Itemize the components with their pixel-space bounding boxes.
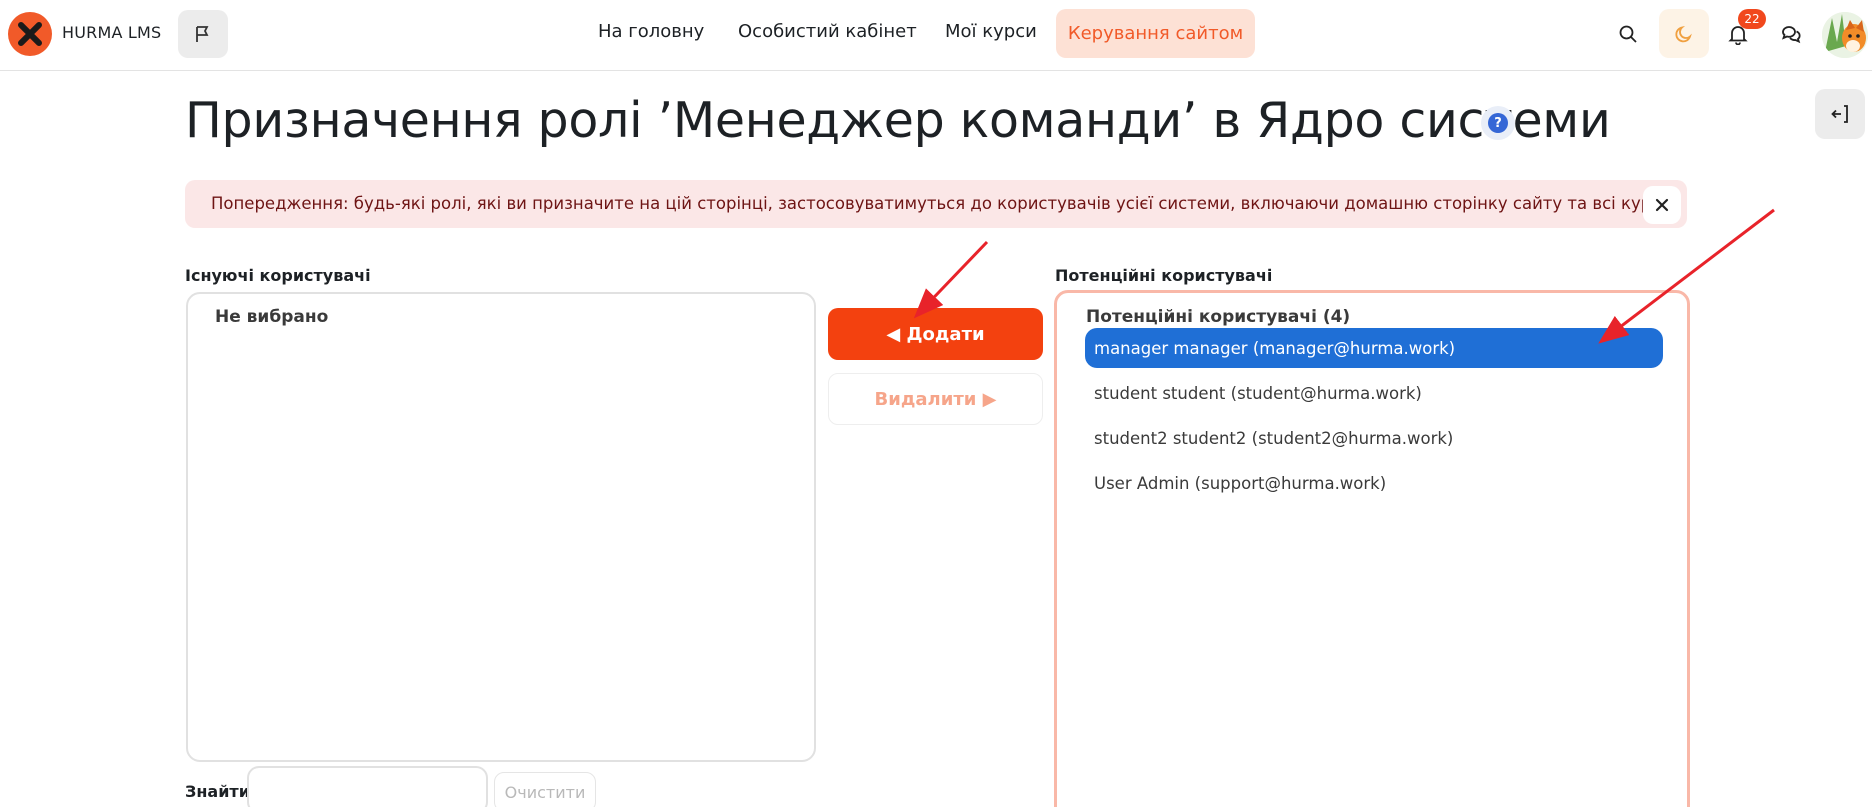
dark-mode-moon-icon[interactable]	[1659, 9, 1709, 58]
brand-logo-icon[interactable]	[8, 12, 52, 56]
warning-text: Попередження: будь-які ролі, які ви приз…	[211, 194, 1677, 213]
close-icon[interactable]	[1643, 186, 1681, 224]
add-button[interactable]: ◀ Додати	[828, 308, 1043, 360]
arrow-to-add-button	[913, 240, 989, 319]
messages-chat-icon[interactable]	[1771, 14, 1811, 54]
potential-users-label: Потенційні користувачі	[1055, 266, 1273, 285]
potential-user-option[interactable]: User Admin (support@hurma.work)	[1085, 463, 1663, 503]
brand-name[interactable]: HURMA LMS	[62, 23, 161, 42]
nav-site-admin[interactable]: Керування сайтом	[1056, 9, 1255, 58]
page-title: Призначення ролі ’Менеджер команди’ в Яд…	[185, 92, 1611, 149]
remove-button[interactable]: Видалити ▶	[828, 373, 1043, 425]
user-avatar[interactable]	[1822, 12, 1868, 58]
help-icon[interactable]: ?	[1481, 106, 1515, 140]
existing-users-label: Існуючі користувачі	[185, 266, 371, 285]
nav-my-courses[interactable]: Мої курси	[945, 21, 1037, 42]
nav-dashboard[interactable]: Особистий кабінет	[738, 21, 917, 42]
flag-icon[interactable]	[178, 10, 228, 58]
search-icon[interactable]	[1608, 14, 1648, 54]
potential-users-group-label: Потенційні користувачі (4)	[1086, 307, 1351, 327]
top-navbar: HURMA LMS На головну Особистий кабінет М…	[0, 0, 1872, 71]
find-label: Знайти	[185, 782, 250, 801]
potential-user-option[interactable]: student student (student@hurma.work)	[1085, 373, 1663, 413]
existing-users-select[interactable]: Не вибрано	[186, 292, 816, 762]
notification-count-badge: 22	[1738, 9, 1766, 29]
potential-user-option[interactable]: manager manager (manager@hurma.work)	[1085, 328, 1663, 368]
existing-users-empty-option: Не вибрано	[215, 307, 329, 327]
nav-home[interactable]: На головну	[598, 21, 704, 42]
warning-alert: Попередження: будь-які ролі, які ви приз…	[185, 180, 1687, 228]
existing-users-search-input[interactable]	[247, 766, 488, 807]
open-drawer-icon[interactable]	[1815, 89, 1865, 139]
potential-users-select[interactable]: Потенційні користувачі (4) manager manag…	[1054, 290, 1690, 807]
clear-search-button[interactable]: Очистити	[494, 772, 596, 807]
potential-user-option[interactable]: student2 student2 (student2@hurma.work)	[1085, 418, 1663, 458]
